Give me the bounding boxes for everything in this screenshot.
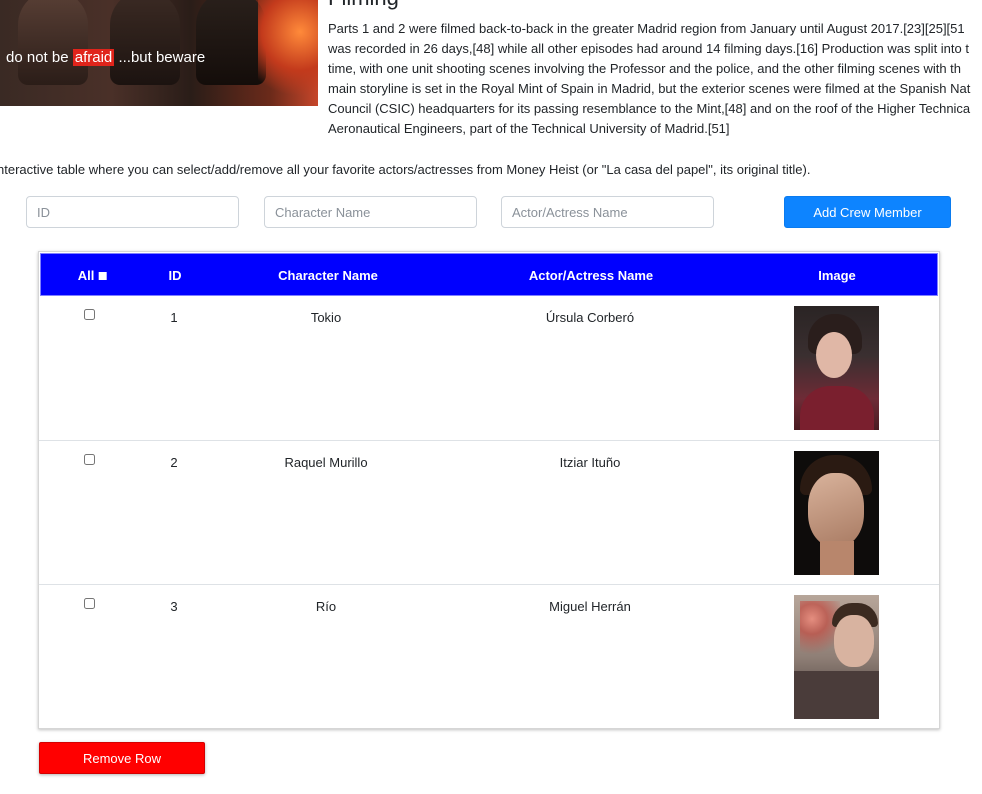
paragraph-line: Parts 1 and 2 were filmed back-to-back i…	[328, 21, 965, 36]
select-all-checkbox[interactable]	[98, 271, 107, 280]
row-checkbox[interactable]	[84, 598, 95, 609]
paragraph-line: Aeronautical Engineers, part of the Tech…	[328, 121, 730, 136]
poster-figure	[18, 0, 88, 85]
poster-tagline: do not be afraid ...but beware	[6, 49, 205, 66]
select-all-label: All	[77, 268, 95, 283]
poster-figure	[110, 0, 180, 85]
row-id: 1	[170, 310, 178, 325]
actor-name-input[interactable]	[501, 196, 714, 228]
row-actor-name: Úrsula Corberó	[545, 310, 635, 325]
row-character-name: Río	[315, 599, 337, 614]
actor-name-header: Actor/Actress Name	[528, 268, 654, 283]
paragraph-line: time, with one unit shooting scenes invo…	[328, 61, 962, 76]
crew-table: All ID Character Name Actor/Actress Name…	[38, 251, 940, 729]
id-input[interactable]	[26, 196, 239, 228]
poster-image: do not be afraid ...but beware	[0, 0, 318, 106]
select-all-header[interactable]: All	[78, 268, 107, 283]
row-id: 3	[170, 599, 178, 614]
row-id: 2	[170, 455, 178, 470]
actor-photo	[794, 306, 879, 430]
table-row: 2 Raquel Murillo Itziar Ituño	[39, 441, 939, 585]
actor-photo	[794, 595, 879, 719]
table-row: 3 Río Miguel Herrán	[39, 585, 939, 728]
image-header: Image	[818, 268, 856, 283]
character-name-header: Character Name	[278, 268, 378, 283]
paragraph-line: was recorded in 26 days,[48] while all o…	[328, 41, 969, 56]
id-header: ID	[168, 268, 182, 283]
poster-figure	[196, 0, 266, 85]
remove-row-button[interactable]: Remove Row	[39, 742, 205, 774]
row-character-name: Tokio	[310, 310, 342, 325]
tagline-text: ...but beware	[118, 49, 206, 66]
paragraph-line: Council (CSIC) headquarters for its pass…	[328, 101, 971, 116]
table-intro-text: nteractive table where you can select/ad…	[0, 162, 811, 177]
row-character-name: Raquel Murillo	[284, 455, 368, 470]
tagline-text: do not be	[6, 49, 69, 66]
table-header: All ID Character Name Actor/Actress Name…	[40, 253, 938, 296]
filming-paragraph: Parts 1 and 2 were filmed back-to-back i…	[328, 19, 982, 141]
poster-fire	[258, 0, 318, 106]
row-actor-name: Miguel Herrán	[549, 599, 631, 614]
actor-photo	[794, 451, 879, 575]
table-row: 1 Tokio Úrsula Corberó	[39, 296, 939, 441]
character-name-input[interactable]	[264, 196, 477, 228]
add-crew-member-button[interactable]: Add Crew Member	[784, 196, 951, 228]
section-heading: Filming	[328, 0, 399, 9]
row-checkbox[interactable]	[84, 309, 95, 320]
row-checkbox[interactable]	[84, 454, 95, 465]
tagline-highlight: afraid	[72, 49, 115, 66]
paragraph-line: main storyline is set in the Royal Mint …	[328, 81, 971, 96]
row-actor-name: Itziar Ituño	[559, 455, 621, 470]
